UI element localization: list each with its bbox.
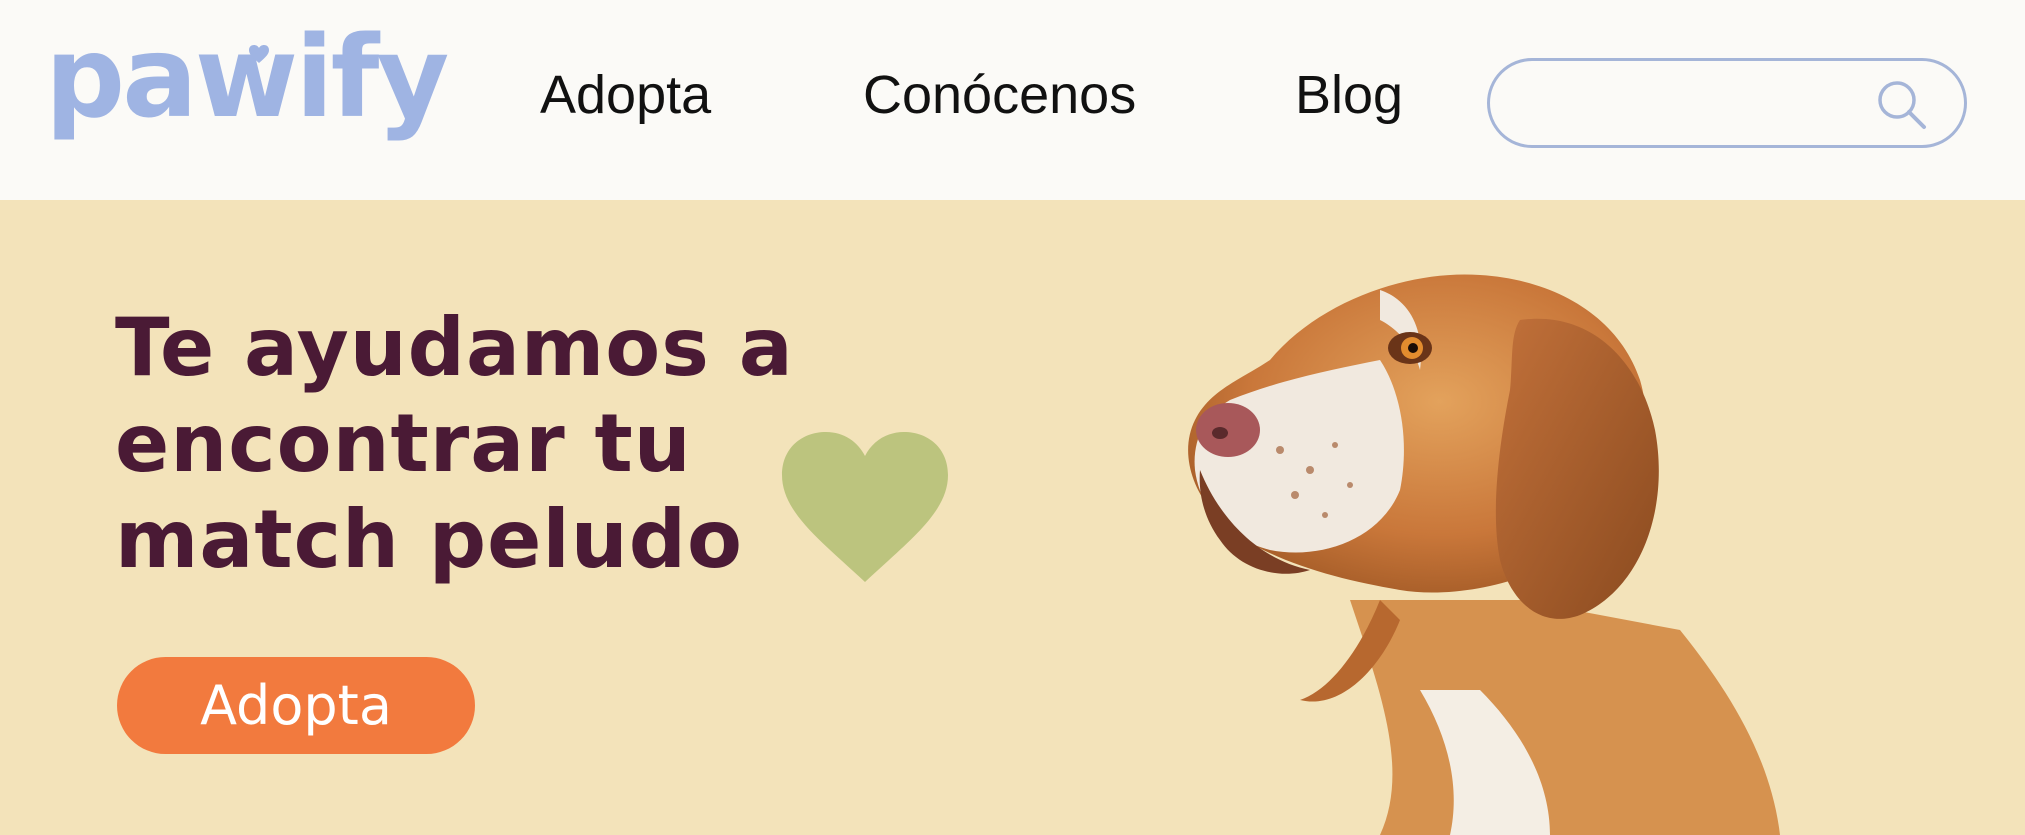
search-bar [1487,58,1967,148]
pawify-logo[interactable]: pawify [45,22,449,134]
heart-icon [782,432,948,582]
hero-title-line-1: Te ayudamos a [115,301,794,394]
adopta-cta-button[interactable]: Adopta [117,657,475,754]
hero-title-line-3: match peludo [115,493,743,586]
nav-link-blog[interactable]: Blog [1295,65,1403,125]
search-input[interactable] [1520,79,1860,129]
nav-link-adopta[interactable]: Adopta [540,65,711,125]
hero-title-line-2: encontrar tu [115,397,692,490]
logo-heart-icon [249,45,269,63]
beagle-dog-photo [1188,274,1780,835]
top-navigation-bar: pawify Adopta Conócenos Blog [0,0,2025,200]
search-icon[interactable] [1872,75,1932,135]
nav-link-conocenos[interactable]: Conócenos [863,65,1136,125]
hero-title: Te ayudamos a encontrar tu match peludo [115,300,794,588]
